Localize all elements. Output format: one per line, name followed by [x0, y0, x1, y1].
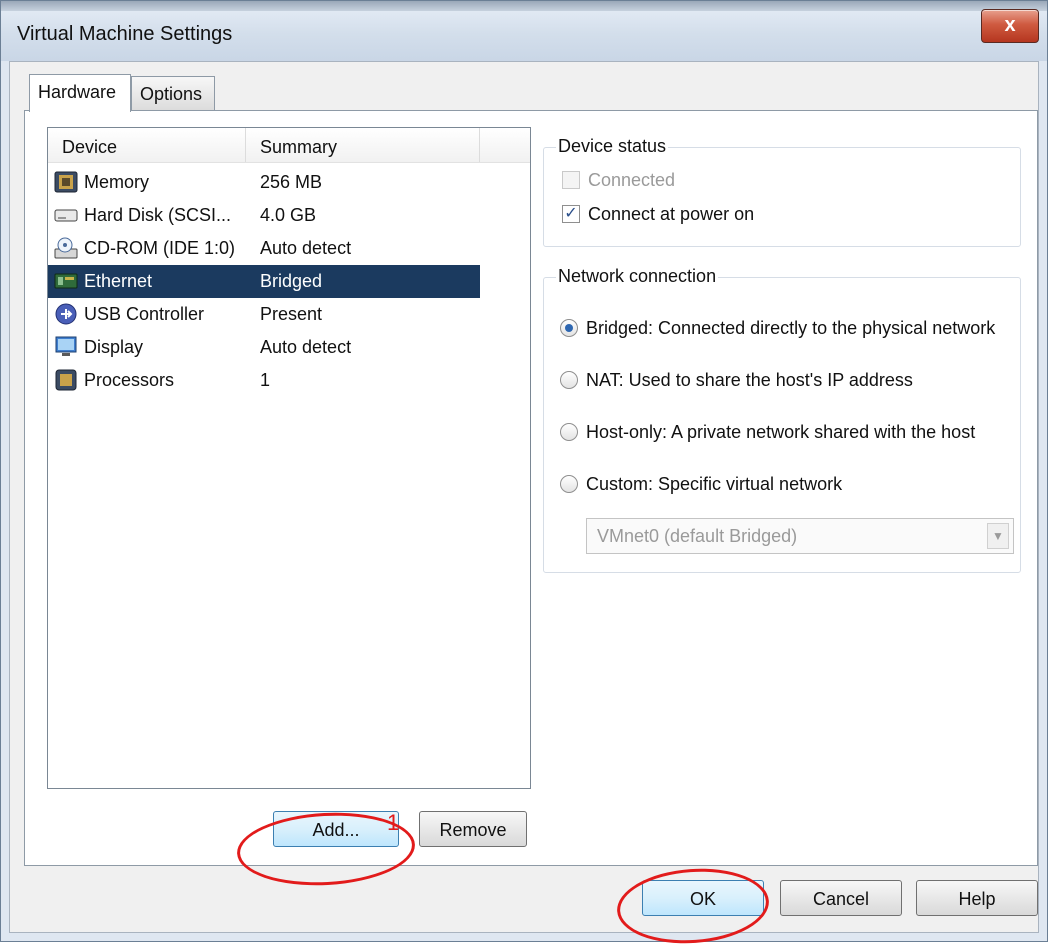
- checkmark-icon: ✓: [562, 205, 580, 223]
- device-row-usb-controller[interactable]: USB Controller Present: [48, 298, 480, 331]
- device-summary: 256 MB: [260, 172, 323, 192]
- device-summary: 4.0 GB: [260, 205, 317, 225]
- device-row-processors[interactable]: Processors 1: [48, 364, 480, 397]
- radio-button: [560, 423, 578, 441]
- cancel-button[interactable]: Cancel: [780, 880, 902, 916]
- device-name: CD-ROM (IDE 1:0): [84, 238, 236, 258]
- device-summary: Bridged: [260, 271, 323, 291]
- title-bar-strip: [1, 1, 1047, 11]
- virtual-machine-settings-dialog: Virtual Machine Settings x Hardware Opti…: [0, 0, 1048, 948]
- device-summary: 1: [260, 370, 271, 390]
- device-summary: Present: [260, 304, 323, 324]
- checkbox-box: [562, 171, 580, 189]
- device-name: Hard Disk (SCSI...: [84, 205, 232, 225]
- device-name: Ethernet: [84, 271, 153, 291]
- dialog-client-area: Hardware Options Device Summary Memory 2…: [9, 61, 1039, 933]
- device-row-ethernet[interactable]: Ethernet Bridged: [48, 265, 480, 298]
- device-list[interactable]: Device Summary Memory 256 MB Hard Disk (…: [47, 127, 531, 789]
- close-button[interactable]: x: [981, 9, 1039, 43]
- device-status-legend: Device status: [556, 136, 669, 157]
- radio-bridged-label: Bridged: Connected directly to the physi…: [586, 318, 996, 338]
- network-connection-legend: Network connection: [556, 266, 719, 287]
- device-summary: Auto detect: [260, 337, 352, 357]
- device-list-header: Device Summary: [48, 128, 530, 163]
- display-icon: [55, 336, 77, 356]
- radio-nat-label: NAT: Used to share the host's IP address: [586, 370, 913, 390]
- chevron-down-icon[interactable]: ▼: [987, 523, 1009, 549]
- radio-custom-label: Custom: Specific virtual network: [586, 474, 843, 494]
- device-name: Processors: [84, 370, 175, 390]
- hard-disk-icon: [54, 209, 78, 222]
- add-button[interactable]: Add...: [273, 811, 399, 847]
- device-row-display[interactable]: Display Auto detect: [48, 331, 480, 364]
- tab-hardware[interactable]: Hardware: [29, 74, 131, 112]
- tab-options[interactable]: Options: [131, 76, 215, 110]
- window-title: Virtual Machine Settings: [17, 23, 233, 45]
- radio-button: [560, 371, 578, 389]
- memory-icon: [54, 171, 78, 193]
- device-name: Memory: [84, 172, 150, 192]
- ethernet-icon: [54, 273, 78, 289]
- radio-button: [560, 319, 578, 337]
- column-header-device[interactable]: Device: [48, 128, 246, 162]
- usb-icon: [55, 303, 77, 325]
- radio-button: [560, 475, 578, 493]
- help-button[interactable]: Help: [916, 880, 1038, 916]
- cdrom-icon: [54, 237, 78, 259]
- connect-at-power-on-label: Connect at power on: [588, 204, 755, 224]
- annotation-step-number: 1: [387, 810, 400, 835]
- column-header-summary[interactable]: Summary: [246, 128, 480, 162]
- ok-button[interactable]: OK: [642, 880, 764, 916]
- processor-icon: [55, 369, 77, 391]
- device-name: Display: [84, 337, 144, 357]
- device-row-hard-disk[interactable]: Hard Disk (SCSI... 4.0 GB: [48, 199, 480, 232]
- device-row-cdrom[interactable]: CD-ROM (IDE 1:0) Auto detect: [48, 232, 480, 265]
- close-icon: x: [1004, 14, 1016, 36]
- custom-network-select[interactable]: VMnet0 (default Bridged) ▼: [586, 518, 1014, 554]
- radio-host-only-label: Host-only: A private network shared with…: [586, 422, 976, 442]
- remove-button[interactable]: Remove: [419, 811, 527, 847]
- hardware-tab-panel: Device Summary Memory 256 MB Hard Disk (…: [24, 110, 1038, 866]
- title-bar: Virtual Machine Settings x: [1, 1, 1047, 61]
- device-summary: Auto detect: [260, 238, 352, 258]
- device-status-group: Device status Connected ✓ Connect at pow…: [543, 136, 1021, 247]
- network-connection-group: Network connection Bridged: Connected di…: [543, 266, 1021, 573]
- custom-network-value: VMnet0 (default Bridged): [597, 526, 798, 546]
- connected-label: Connected: [588, 170, 676, 190]
- device-name: USB Controller: [84, 304, 205, 324]
- device-row-memory[interactable]: Memory 256 MB: [48, 166, 480, 199]
